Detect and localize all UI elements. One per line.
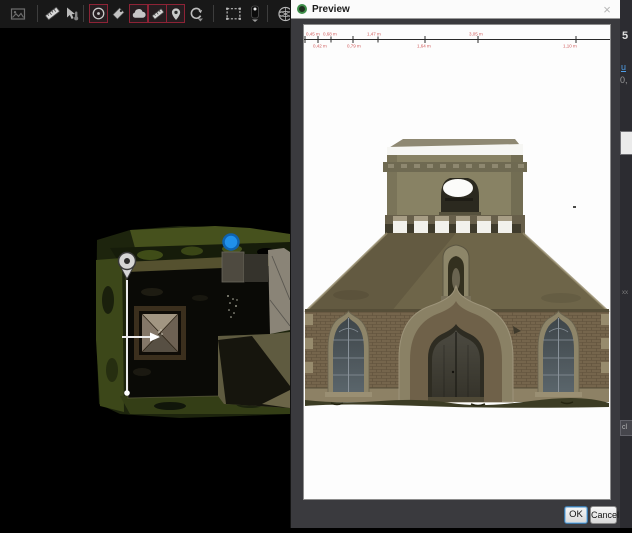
pointcloud-scene [0, 28, 290, 528]
cancel-button[interactable]: Cancel [590, 506, 617, 524]
panel-input-fragment[interactable] [620, 131, 632, 155]
tag-button[interactable] [109, 4, 128, 23]
toolbar-separator [267, 5, 268, 22]
pick-point-button[interactable] [62, 4, 81, 23]
panel-button-fragment[interactable]: cl [620, 420, 632, 436]
rotate-dropdown-icon [187, 5, 204, 23]
cloud-icon [131, 6, 146, 21]
slider-dropdown-icon [247, 5, 263, 23]
ruler-label: 0,42 m [313, 44, 327, 49]
toolbar-separator [213, 5, 214, 22]
view-slider-button[interactable] [245, 4, 264, 23]
ruler-label: 1,47 m [367, 32, 381, 37]
circle-target-button[interactable] [89, 4, 108, 23]
toolbar-separator [83, 5, 84, 22]
panel-number-fragment: 5 [622, 30, 628, 42]
rotate-button[interactable] [186, 4, 205, 23]
cloud-button[interactable] [129, 4, 148, 23]
ruler-label: 1,64 m [417, 44, 431, 49]
close-icon[interactable]: × [600, 3, 614, 16]
ruler-label: 1,10 m [563, 44, 577, 49]
ortho-preview: 0,45 m 0,42 m 0,68 m 0,79 m 1,47 m 1,64 … [304, 25, 610, 499]
pin-button[interactable] [166, 4, 185, 23]
right-sidebar: 5 u 0, xx cl [620, 0, 632, 528]
dialog-titlebar[interactable]: Preview × [291, 0, 620, 19]
image-button[interactable] [8, 4, 27, 23]
measure-ruler-icon [44, 5, 61, 22]
ok-button[interactable]: OK [564, 506, 588, 524]
toolbar-separator [37, 5, 38, 22]
selection-rectangle-button[interactable] [224, 4, 243, 23]
ruler-label: 0,45 m [306, 32, 320, 37]
preview-image-area: 0,45 m 0,42 m 0,68 m 0,79 m 1,47 m 1,64 … [303, 24, 611, 500]
dialog-footer: OK Cancel [291, 502, 620, 528]
cursor-temperature-icon [64, 6, 80, 22]
circle-target-icon [91, 6, 106, 21]
small-ruler-button[interactable] [148, 4, 167, 23]
measurement-endpoint[interactable] [124, 390, 130, 396]
small-ruler-icon [151, 7, 165, 21]
pointcloud-tower [134, 306, 186, 360]
panel-value-fragment: 0, [620, 75, 628, 85]
ruler-label: 0,79 m [347, 44, 361, 49]
tag-icon [111, 6, 126, 21]
ruler-label: 0,68 m [323, 32, 337, 37]
measure-button[interactable] [43, 4, 62, 23]
panel-small-label: xx [622, 290, 628, 296]
church-tower [383, 139, 527, 217]
dialog-title: Preview [312, 4, 350, 15]
preview-app-icon [297, 4, 307, 14]
pointcloud-viewport[interactable] [0, 28, 290, 528]
map-pin-icon [169, 7, 183, 21]
ruler-label: 3,05 m [469, 32, 483, 37]
preview-dialog: Preview × [290, 0, 620, 528]
image-icon [10, 6, 26, 22]
scan-position-marker[interactable] [224, 235, 239, 250]
selection-rectangle-icon [225, 5, 242, 22]
panel-link-fragment[interactable]: u [621, 62, 626, 72]
stray-point [573, 206, 576, 208]
application-window: 5 u 0, xx cl Preview × [0, 0, 632, 528]
